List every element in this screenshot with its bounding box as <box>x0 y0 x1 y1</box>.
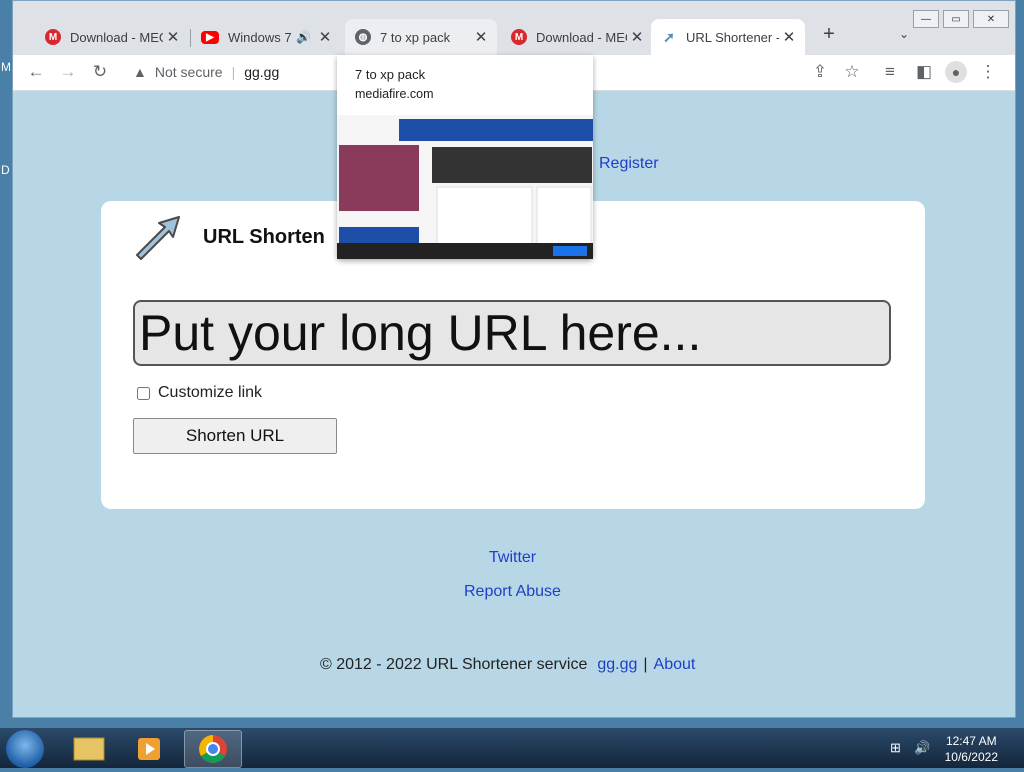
desktop-icon-label: M <box>1 60 11 74</box>
close-icon[interactable]: ✕ <box>627 28 647 46</box>
tab-youtube[interactable]: ▶ Windows 7 t 🔊 ✕ <box>191 19 341 55</box>
copyright-text: © 2012 - 2022 URL Shortener service <box>320 656 588 673</box>
bookmark-star-icon[interactable]: ☆ <box>841 62 863 82</box>
chrome-taskbar-icon[interactable] <box>184 730 242 768</box>
url-text[interactable]: gg.gg <box>244 64 279 80</box>
window-close-button[interactable]: ✕ <box>973 10 1009 28</box>
mega-icon: M <box>45 29 61 45</box>
media-control-icon[interactable]: ≡ <box>879 62 901 82</box>
security-label[interactable]: Not secure <box>155 64 223 80</box>
about-link[interactable]: About <box>654 656 696 674</box>
back-icon[interactable]: ← <box>25 62 47 82</box>
globe-icon: ◍ <box>355 29 371 45</box>
footer: © 2012 - 2022 URL Shortener service gg.g… <box>320 656 696 674</box>
long-url-input[interactable] <box>133 300 891 366</box>
clock-time: 12:47 AM <box>945 734 997 748</box>
desktop-icon-label: D <box>1 163 10 177</box>
page-title: URL Shorten <box>203 226 325 248</box>
tab-hover-preview: 7 to xp pack mediafire.com <box>337 55 593 259</box>
twitter-link[interactable]: Twitter <box>489 549 536 567</box>
new-tab-button[interactable]: + <box>815 23 843 46</box>
tab-search-icon[interactable]: ⌄ <box>899 27 909 41</box>
clock-date: 10/6/2022 <box>944 750 998 764</box>
register-link[interactable]: Register <box>599 155 659 173</box>
reload-icon[interactable]: ↻ <box>89 62 111 82</box>
taskbar: ⊞ 🔊 12:47 AM 10/6/2022 <box>0 728 1024 768</box>
shorten-url-button[interactable]: Shorten URL <box>133 418 337 454</box>
tab-7-to-xp-pack[interactable]: ◍ 7 to xp pack ✕ <box>345 19 497 55</box>
page-thumbnail-image <box>337 115 593 259</box>
explorer-taskbar-icon[interactable] <box>62 730 118 766</box>
menu-kebab-icon[interactable]: ⋮ <box>977 62 999 82</box>
mega-icon: M <box>511 29 527 45</box>
close-icon[interactable]: ✕ <box>163 28 183 46</box>
youtube-icon: ▶ <box>201 30 219 44</box>
preview-thumbnail <box>337 115 593 259</box>
close-icon[interactable]: ✕ <box>779 28 799 46</box>
tab-url-shortener[interactable]: ➚ URL Shortener - ✕ <box>651 19 805 55</box>
volume-icon[interactable]: 🔊 <box>914 740 930 756</box>
forward-icon[interactable]: → <box>57 62 79 82</box>
media-player-taskbar-icon[interactable] <box>122 730 178 766</box>
tab-mega-download-1[interactable]: M Download - MEG ✕ <box>35 19 189 55</box>
tab-strip: M Download - MEG ✕ ▶ Windows 7 t 🔊 ✕ ◍ 7… <box>13 1 1015 55</box>
network-icon[interactable]: ⊞ <box>890 740 901 756</box>
close-icon[interactable]: ✕ <box>471 28 491 46</box>
profile-avatar-icon[interactable]: ● <box>945 61 967 83</box>
maximize-button[interactable]: ▭ <box>943 10 969 28</box>
preview-domain: mediafire.com <box>355 87 434 101</box>
audio-icon[interactable]: 🔊 <box>296 30 311 44</box>
customize-link-label: Customize link <box>158 384 263 401</box>
share-icon[interactable]: ⇪ <box>809 62 831 82</box>
arrow-icon: ➚ <box>663 28 675 45</box>
report-abuse-link[interactable]: Report Abuse <box>464 583 561 601</box>
system-clock[interactable]: 12:47 AM 10/6/2022 <box>945 733 998 765</box>
site-link[interactable]: gg.gg <box>597 656 637 674</box>
logo-arrow-icon <box>136 216 180 260</box>
customize-link-checkbox[interactable] <box>137 386 150 400</box>
start-button[interactable] <box>6 730 44 768</box>
minimize-button[interactable]: — <box>913 10 939 28</box>
side-panel-icon[interactable]: ◧ <box>913 62 935 82</box>
warning-icon[interactable]: ▲ <box>133 64 147 80</box>
customize-link-option[interactable]: Customize link <box>137 384 262 402</box>
tab-mega-download-2[interactable]: M Download - MEG ✕ <box>501 19 653 55</box>
preview-title: 7 to xp pack <box>355 67 426 82</box>
browser-window: M Download - MEG ✕ ▶ Windows 7 t 🔊 ✕ ◍ 7… <box>12 0 1016 718</box>
close-icon[interactable]: ✕ <box>315 28 335 46</box>
